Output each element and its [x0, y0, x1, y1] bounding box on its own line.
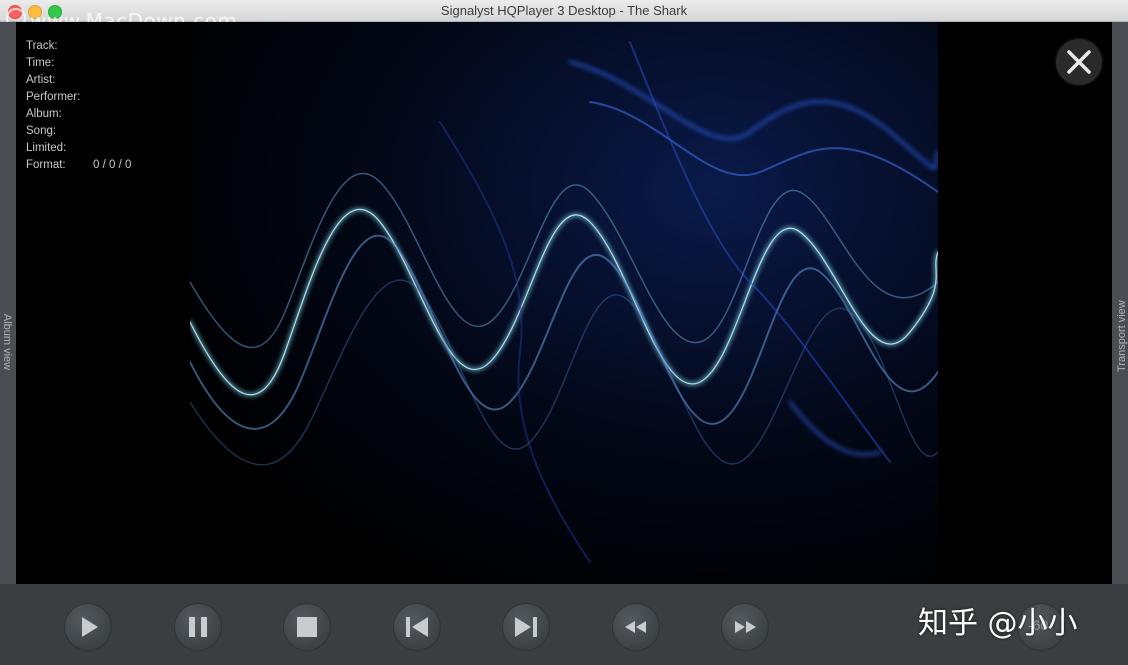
play-icon [82, 617, 98, 637]
info-label: Limited: [26, 142, 67, 154]
album-art-visualization [188, 22, 940, 584]
fast-forward-button[interactable] [721, 603, 769, 651]
album-view-tab[interactable] [0, 22, 16, 584]
previous-track-button[interactable] [393, 603, 441, 651]
play-button[interactable] [64, 603, 112, 651]
close-icon [1067, 50, 1091, 74]
pause-button[interactable] [174, 603, 222, 651]
pause-icon [189, 617, 207, 637]
info-label: Track: [26, 40, 58, 52]
info-row-track: Track: [26, 40, 131, 57]
next-track-icon [515, 617, 537, 637]
info-row-format: Format: 0 / 0 / 0 [26, 159, 131, 176]
previous-track-icon [406, 617, 428, 637]
info-label: Time: [26, 57, 55, 69]
visualization-area: Track: Time: Artist: Performer: Album: S… [16, 22, 1112, 584]
fast-forward-icon [735, 621, 756, 633]
info-label: Song: [26, 125, 57, 137]
info-row-album: Album: [26, 108, 131, 125]
wave-visualization [188, 41, 940, 563]
info-row-performer: Performer: [26, 91, 131, 108]
stop-button[interactable] [283, 603, 331, 651]
rewind-button[interactable] [612, 603, 660, 651]
info-row-time: Time: [26, 57, 131, 74]
info-label: Format: [26, 159, 66, 171]
info-row-song: Song: [26, 125, 131, 142]
info-label: Artist: [26, 74, 56, 86]
track-info-panel: Track: Time: Artist: Performer: Album: S… [26, 40, 131, 176]
info-label: Album: [26, 108, 62, 120]
rewind-icon [625, 621, 646, 633]
transport-view-label: Transport view [1116, 300, 1128, 372]
next-track-button[interactable] [502, 603, 550, 651]
info-value: 0 / 0 / 0 [93, 159, 132, 171]
info-row-artist: Artist: [26, 74, 131, 91]
zhihu-watermark: 知乎 @小小 [918, 606, 1078, 641]
album-view-label: Album view [1, 313, 13, 371]
info-row-limited: Limited: [26, 142, 131, 159]
stop-icon [297, 617, 317, 637]
close-visualization-button[interactable] [1056, 39, 1102, 85]
info-label: Performer: [26, 91, 81, 103]
